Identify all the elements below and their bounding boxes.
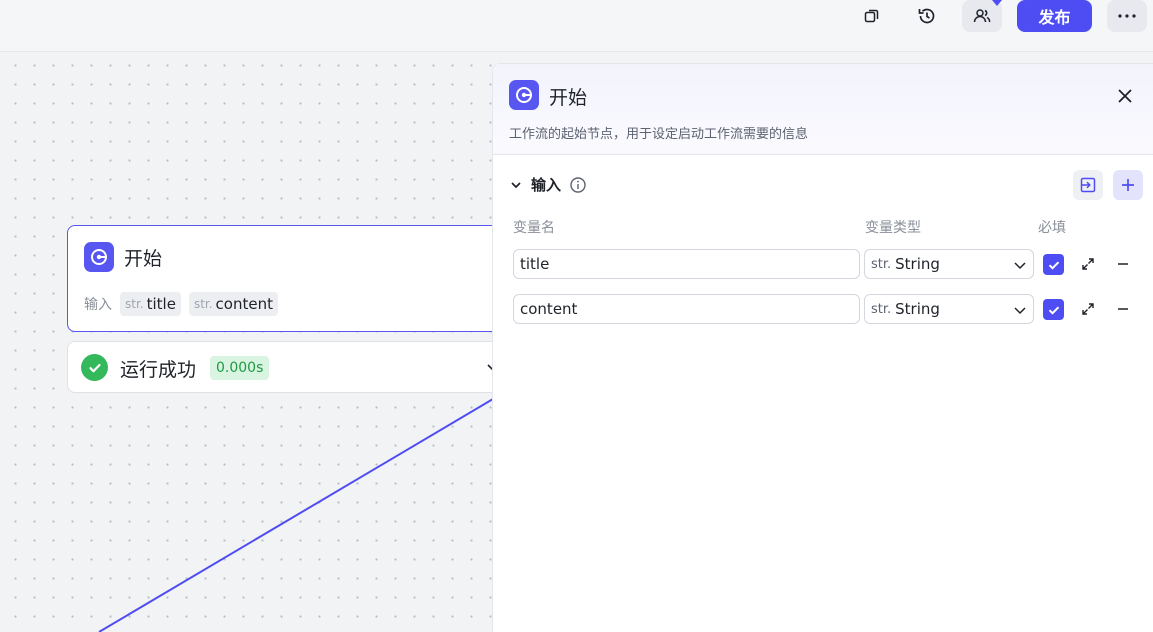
column-header-required: 必填 [1038,220,1066,236]
checkmark-icon [1048,260,1059,270]
start-node-title: 开始 [124,248,163,270]
more-icon[interactable] [1107,0,1147,32]
inputs-label: 输入 [84,297,112,313]
chevron-down-icon[interactable] [509,178,523,192]
panel-description: 工作流的起始节点，用于设定启动工作流需要的信息 [509,127,809,142]
type-prefix: str. [871,301,892,317]
chevron-down-icon [1014,262,1026,270]
type-value: String [895,255,940,273]
run-time-badge: 0.000s [210,356,270,380]
panel-title: 开始 [549,87,588,109]
start-node-icon [509,80,539,110]
section-title: 输入 [531,176,562,194]
input-tag-name: content [215,295,273,313]
type-prefix: str. [871,256,892,272]
start-node[interactable]: 开始 输入 str. title str. content [67,225,507,332]
publish-button[interactable]: 发布 [1017,0,1092,32]
column-header-type: 变量类型 [865,220,921,236]
import-button[interactable] [1073,170,1103,200]
start-node-inputs: 输入 str. title str. content [84,292,278,316]
input-tag-type: str. [193,297,213,311]
success-check-icon [81,354,108,381]
copy-icon[interactable] [852,0,892,32]
close-icon[interactable] [1113,84,1137,108]
required-checkbox[interactable] [1043,254,1064,275]
history-icon[interactable] [907,0,947,32]
run-result-card[interactable]: 运行成功 0.000s [67,341,507,393]
column-header-name: 变量名 [513,220,555,236]
variable-row: str. String [493,249,1153,279]
input-tag-type: str. [125,297,144,311]
remove-icon[interactable] [1114,300,1132,318]
variable-type-select[interactable]: str. String [864,249,1034,279]
import-icon [1080,177,1096,193]
variable-type-select[interactable]: str. String [864,294,1034,324]
remove-icon[interactable] [1114,255,1132,273]
info-icon[interactable] [569,176,587,194]
add-variable-button[interactable] [1113,170,1143,200]
top-toolbar: 发布 [0,0,1153,52]
run-status-label: 运行成功 [120,359,197,381]
chevron-down-icon [1014,307,1026,315]
expand-icon[interactable] [1079,300,1097,318]
inputs-section-header[interactable]: 输入 [509,174,587,195]
variable-name-input[interactable] [513,249,860,279]
notification-indicator [992,0,1002,6]
variable-row: str. String [493,294,1153,324]
start-node-icon [84,242,114,272]
input-tag-title: str. title [120,292,181,316]
node-config-panel: 开始 工作流的起始节点，用于设定启动工作流需要的信息 输入 变量名 变量类型 必… [492,63,1153,632]
input-tag-content: str. content [188,292,278,316]
checkmark-icon [1048,305,1059,315]
panel-header: 开始 工作流的起始节点，用于设定启动工作流需要的信息 [493,64,1153,155]
type-value: String [895,300,940,318]
variable-name-input[interactable] [513,294,860,324]
expand-icon[interactable] [1079,255,1097,273]
plus-icon [1122,179,1134,191]
input-tag-name: title [146,295,176,313]
required-checkbox[interactable] [1043,299,1064,320]
